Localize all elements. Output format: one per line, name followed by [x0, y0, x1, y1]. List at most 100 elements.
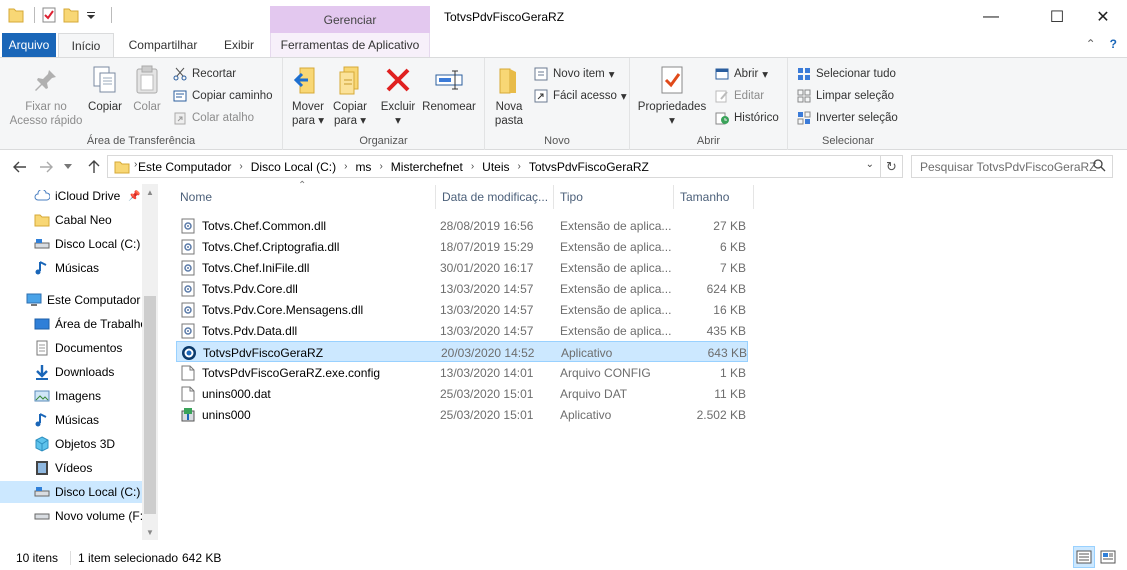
file-row[interactable]: Totvs.Pdv.Data.dll 13/03/2020 14:57 Extens…: [176, 320, 748, 341]
file-row[interactable]: unins000.dat 25/03/2020 15:01 Arquivo DAT 1…: [176, 383, 748, 404]
breadcrumb-item[interactable]: Uteis: [482, 160, 509, 174]
chevron-right-icon[interactable]: ›: [379, 161, 382, 172]
scroll-up-icon[interactable]: ▲: [142, 184, 158, 200]
chevron-right-icon[interactable]: ›: [344, 161, 347, 172]
address-dropdown-icon[interactable]: ⌄: [866, 159, 874, 170]
move-to-button[interactable]: Mover para ▾: [289, 64, 327, 128]
file-row[interactable]: Totvs.Chef.Common.dll 28/08/2019 16:56 Ext…: [176, 215, 748, 236]
sidebar-item-3d-objects[interactable]: Objetos 3D: [0, 433, 142, 455]
tab-manage[interactable]: Gerenciar: [270, 6, 430, 33]
sidebar-item-pictures[interactable]: Imagens: [0, 385, 142, 407]
paste-button[interactable]: Colar: [128, 64, 166, 114]
tab-home[interactable]: Início: [58, 33, 114, 58]
refresh-button[interactable]: ↻: [881, 155, 903, 178]
details-view-button[interactable]: [1073, 546, 1095, 568]
open-button[interactable]: Abrir ▾: [714, 65, 768, 83]
file-name: unins000.dat: [180, 383, 271, 404]
copy-to-icon: [334, 64, 366, 96]
tab-view[interactable]: Exibir: [214, 33, 264, 57]
sidebar-scrollbar[interactable]: ▲ ▼: [142, 184, 158, 540]
column-header-date[interactable]: Data de modificaç...: [436, 185, 554, 209]
scroll-down-icon[interactable]: ▼: [142, 524, 158, 540]
sidebar-item-cabal-neo[interactable]: Cabal Neo: [0, 209, 142, 231]
sidebar-item-documents[interactable]: Documentos: [0, 337, 142, 359]
delete-button[interactable]: Excluir ▾: [379, 64, 417, 128]
folder-icon: [34, 212, 50, 228]
file-name-text: Totvs.Chef.Common.dll: [202, 218, 327, 233]
rename-icon: [433, 64, 465, 96]
edit-button[interactable]: Editar: [714, 87, 764, 105]
scrollbar-thumb[interactable]: [144, 296, 156, 514]
pin-quick-access-button[interactable]: Fixar no Acesso rápido: [8, 64, 84, 128]
sidebar-item-icloud-drive[interactable]: iCloud Drive 📌: [0, 185, 142, 207]
column-header-type[interactable]: Tipo: [554, 185, 674, 209]
properties-label: Propriedades: [637, 101, 707, 113]
paste-shortcut-button[interactable]: Colar atalho: [172, 109, 254, 127]
select-none-button[interactable]: Limpar seleção: [796, 87, 894, 105]
back-button[interactable]: [10, 157, 30, 177]
sidebar-item-music-2[interactable]: Músicas: [0, 409, 142, 431]
folder-icon[interactable]: [8, 6, 24, 24]
delete-dropdown-icon[interactable]: ▾: [395, 114, 401, 128]
properties-icon[interactable]: [41, 6, 57, 24]
breadcrumb-item[interactable]: TotvsPdvFiscoGeraRZ: [529, 160, 649, 174]
copy-to-button[interactable]: Copiar para ▾: [331, 64, 369, 128]
rename-button[interactable]: Renomear: [421, 64, 477, 114]
large-icons-view-button[interactable]: [1097, 546, 1119, 568]
sidebar-item-music[interactable]: Músicas: [0, 257, 142, 279]
scissors-icon: [172, 66, 188, 82]
tab-file[interactable]: Arquivo: [2, 33, 56, 57]
customize-qat-icon[interactable]: [85, 6, 101, 24]
properties-button[interactable]: Propriedades ▾: [636, 64, 708, 128]
search-input[interactable]: Pesquisar TotvsPdvFiscoGeraRZ: [911, 155, 1113, 178]
sidebar-item-desktop[interactable]: Área de Trabalho: [0, 313, 142, 335]
sidebar-item-label: Músicas: [55, 261, 100, 275]
file-row[interactable]: Totvs.Pdv.Core.Mensagens.dll 13/03/2020 1…: [176, 299, 748, 320]
forward-button[interactable]: [36, 157, 56, 177]
sidebar-item-videos[interactable]: Vídeos: [0, 457, 142, 479]
maximize-button[interactable]: ☐: [1034, 0, 1080, 33]
file-row[interactable]: TotvsPdvFiscoGeraRZ.exe.config 13/03/2020…: [176, 362, 748, 383]
chevron-right-icon[interactable]: ›: [239, 161, 242, 172]
column-header-name[interactable]: Nome: [174, 185, 436, 209]
address-bar[interactable]: › Este Computador › Disco Local (C:) › ms ›…: [107, 155, 881, 178]
new-item-button[interactable]: Novo item ▾: [533, 65, 615, 83]
tab-application-tools[interactable]: Ferramentas de Aplicativo: [270, 33, 430, 57]
file-row[interactable]: Totvs.Chef.Criptografia.dll 18/07/2019 15…: [176, 236, 748, 257]
sidebar-item-this-pc[interactable]: Este Computador: [0, 289, 142, 311]
history-button[interactable]: Histórico: [714, 109, 779, 127]
select-all-button[interactable]: Selecionar tudo: [796, 65, 896, 83]
chevron-right-icon[interactable]: ›: [471, 161, 474, 172]
help-icon[interactable]: ?: [1110, 37, 1117, 51]
up-button[interactable]: [84, 157, 104, 177]
easy-access-button[interactable]: Fácil acesso ▾: [533, 87, 627, 105]
chevron-right-icon[interactable]: ›: [134, 159, 137, 170]
file-row[interactable]: Totvs.Pdv.Core.dll 13/03/2020 14:57 Extens…: [176, 278, 748, 299]
copy-path-button[interactable]: Copiar caminho: [172, 87, 273, 105]
close-button[interactable]: ✕: [1080, 0, 1126, 33]
new-folder-icon[interactable]: [63, 6, 79, 24]
invert-selection-button[interactable]: Inverter seleção: [796, 109, 898, 127]
file-row[interactable]: unins000 25/03/2020 15:01 Aplicativo 2.502 …: [176, 404, 748, 425]
cut-button[interactable]: Recortar: [172, 65, 236, 83]
file-row[interactable]: TotvsPdvFiscoGeraRZ 20/03/2020 14:52 Aplic…: [176, 341, 748, 362]
sidebar-item-local-disk[interactable]: Disco Local (C:): [0, 233, 142, 255]
chevron-right-icon[interactable]: ›: [518, 161, 521, 172]
file-size: 16 KB: [713, 302, 746, 317]
tab-share[interactable]: Compartilhar: [120, 33, 206, 57]
minimize-button[interactable]: —: [968, 0, 1014, 33]
column-header-size[interactable]: Tamanho: [674, 185, 754, 209]
music-icon: [34, 260, 50, 276]
file-row[interactable]: Totvs.Chef.IniFile.dll 30/01/2020 16:17 Ex…: [176, 257, 748, 278]
sidebar-item-local-disk-c[interactable]: Disco Local (C:): [0, 481, 142, 503]
new-folder-button[interactable]: Nova pasta: [489, 64, 529, 128]
breadcrumb-item[interactable]: ms: [355, 160, 371, 174]
collapse-ribbon-icon[interactable]: ⌃: [1086, 37, 1096, 51]
sidebar-item-downloads[interactable]: Downloads: [0, 361, 142, 383]
breadcrumb-item[interactable]: Este Computador: [138, 160, 231, 174]
recent-locations-button[interactable]: [58, 157, 78, 177]
breadcrumb-item[interactable]: Misterchefnet: [391, 160, 463, 174]
copy-button[interactable]: Copiar: [86, 64, 124, 114]
sidebar-item-new-volume[interactable]: Novo volume (F:): [0, 505, 142, 527]
breadcrumb-item[interactable]: Disco Local (C:): [251, 160, 336, 174]
